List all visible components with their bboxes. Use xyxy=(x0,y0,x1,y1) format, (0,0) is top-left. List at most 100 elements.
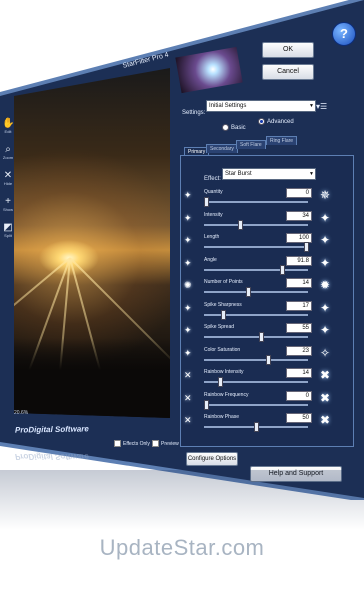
param-row-color-saturation: ✦ Color Saturation 23 ✧ xyxy=(184,345,354,368)
zoom-strip: 20.6% xyxy=(14,410,170,424)
logo-reflection: ProDigital Software xyxy=(15,452,89,461)
param-value-field[interactable]: 0 xyxy=(286,188,312,198)
preview-star-icon: ✦ xyxy=(320,323,331,337)
param-name: Rainbow Intensity xyxy=(204,369,244,375)
effects-only-checkbox[interactable]: Effects Only xyxy=(114,440,150,447)
slider-thumb[interactable] xyxy=(246,287,251,297)
param-row-intensity: ✦ Intensity 34 ✦ xyxy=(184,210,354,233)
preview-star-icon: ✖ xyxy=(320,390,331,405)
slider-thumb[interactable] xyxy=(204,399,209,410)
slider-track[interactable] xyxy=(204,268,308,271)
split-tool[interactable]: ◩ Split xyxy=(2,222,14,248)
star-icon: ✕ xyxy=(184,392,192,403)
param-name: Rainbow Frequency xyxy=(204,391,249,398)
silhouettes xyxy=(14,338,170,418)
star-icon: ✦ xyxy=(184,235,192,245)
preview-star-icon: ✖ xyxy=(320,413,331,427)
slider-thumb[interactable] xyxy=(259,332,264,342)
radio-dot[interactable] xyxy=(222,124,229,131)
slider-track[interactable] xyxy=(204,336,308,338)
edit-tool[interactable]: ✋ Edit xyxy=(2,118,14,144)
param-name: Angle xyxy=(204,256,217,263)
slider-track[interactable] xyxy=(204,403,308,406)
settings-dropdown[interactable]: Initial Settings ▼ xyxy=(206,100,316,112)
star-icon: ✦ xyxy=(184,212,192,223)
tab-secondary[interactable]: Secondary xyxy=(206,144,238,153)
preview-star-icon: ✦ xyxy=(320,233,331,247)
hide-tool-label: Hide xyxy=(3,181,13,186)
param-value-field[interactable]: 14 xyxy=(286,368,312,378)
param-name: Spike Spread xyxy=(204,324,235,330)
star-icon: ✕ xyxy=(184,370,192,380)
slider-track[interactable] xyxy=(204,313,308,316)
advanced-radio[interactable]: Advanced xyxy=(258,118,294,125)
slider-track[interactable] xyxy=(204,358,308,361)
zoom-tool[interactable]: ⌕ Zoom xyxy=(2,144,14,170)
slider-track[interactable] xyxy=(204,223,308,226)
magnifier-icon: ⌕ xyxy=(5,144,11,155)
slider-track[interactable] xyxy=(204,246,308,248)
slider-track[interactable] xyxy=(204,291,308,293)
star-icon: ✦ xyxy=(184,347,192,358)
param-value-field[interactable]: 0 xyxy=(286,390,312,401)
param-value-field[interactable]: 17 xyxy=(286,300,312,311)
param-value-field[interactable]: 23 xyxy=(286,345,312,356)
hide-tool[interactable]: ✕ Hide xyxy=(2,170,14,196)
tab-ring-flare[interactable]: Ring Flare xyxy=(266,136,298,145)
zoom-value[interactable]: 20.6% xyxy=(14,410,28,416)
effect-value: Star Burst xyxy=(225,171,252,177)
show-tool[interactable]: + Show xyxy=(2,196,14,222)
left-toolbar: ✋ Edit ⌕ Zoom ✕ Hide + Show ◩ Split xyxy=(2,118,14,248)
param-row-rainbow-frequency: ✕ Rainbow Frequency 0 ✖ xyxy=(184,390,354,413)
checkbox-box[interactable] xyxy=(152,440,159,447)
plus-icon: + xyxy=(5,196,11,207)
chevron-down-icon: ▼ xyxy=(309,103,314,109)
slider-thumb[interactable] xyxy=(218,377,223,387)
split-tool-label: Split xyxy=(4,233,12,238)
param-value-field[interactable]: 55 xyxy=(286,323,312,333)
slider-thumb[interactable] xyxy=(221,309,226,320)
tab-soft-flare[interactable]: Soft Flare xyxy=(236,140,266,149)
slider-track[interactable] xyxy=(204,201,308,203)
chevron-down-icon: ▼ xyxy=(309,171,314,177)
param-name: Rainbow Phase xyxy=(204,414,240,420)
param-row-rainbow-phase: ✕ Rainbow Phase 50 ✖ xyxy=(184,413,354,435)
param-name: Length xyxy=(204,234,220,240)
param-name: Intensity xyxy=(204,211,223,218)
radio-dot[interactable] xyxy=(258,118,265,125)
effect-dropdown[interactable]: Star Burst ▼ xyxy=(222,168,316,180)
ok-button[interactable]: OK xyxy=(262,42,314,58)
prodigital-logo: ProDigital Software xyxy=(14,424,89,435)
slider-thumb[interactable] xyxy=(266,354,271,365)
basic-radio[interactable]: Basic xyxy=(222,124,246,131)
edit-tool-label: Edit xyxy=(4,129,12,134)
slider-thumb[interactable] xyxy=(254,422,259,432)
settings-menu-icon[interactable]: ▾☰ xyxy=(316,102,327,111)
star-icon: ✦ xyxy=(184,325,192,335)
param-name: Quantity xyxy=(204,189,223,195)
param-row-length: ✦ Length 100 ✦ xyxy=(184,233,354,255)
param-value-field[interactable]: 91.8 xyxy=(286,255,312,266)
preview-checkbox[interactable]: Preview xyxy=(152,440,179,447)
checkbox-box[interactable] xyxy=(114,440,121,447)
preview-image[interactable] xyxy=(14,68,170,418)
help-icon[interactable]: ? xyxy=(332,22,356,46)
window-reflection xyxy=(0,470,364,530)
settings-value: Initial Settings xyxy=(209,103,247,109)
param-row-rainbow-intensity: ✕ Rainbow Intensity 14 ✖ xyxy=(184,368,354,390)
cancel-button[interactable]: Cancel xyxy=(262,64,314,80)
param-row-spike-spread: ✦ Spike Spread 55 ✦ xyxy=(184,323,354,345)
slider-thumb[interactable] xyxy=(280,264,285,275)
slider-thumb[interactable] xyxy=(304,242,309,252)
show-tool-label: Show xyxy=(2,207,13,212)
param-value-field[interactable]: 50 xyxy=(286,413,312,423)
configure-options-button[interactable]: Configure Options xyxy=(186,452,238,466)
param-value-field[interactable]: 34 xyxy=(286,210,312,221)
preview-star-icon: ✦ xyxy=(320,210,331,225)
settings-label: Settings: xyxy=(182,110,206,116)
param-value-field[interactable]: 14 xyxy=(286,278,312,288)
param-row-quantity: ✦ Quantity 0 ✵ xyxy=(184,188,354,210)
slider-thumb[interactable] xyxy=(204,197,209,207)
slider-thumb[interactable] xyxy=(238,219,243,230)
plugin-window: StarFilter Pro 4 ✋ Edit ⌕ Zoom ✕ Hide + Show… xyxy=(0,0,364,500)
